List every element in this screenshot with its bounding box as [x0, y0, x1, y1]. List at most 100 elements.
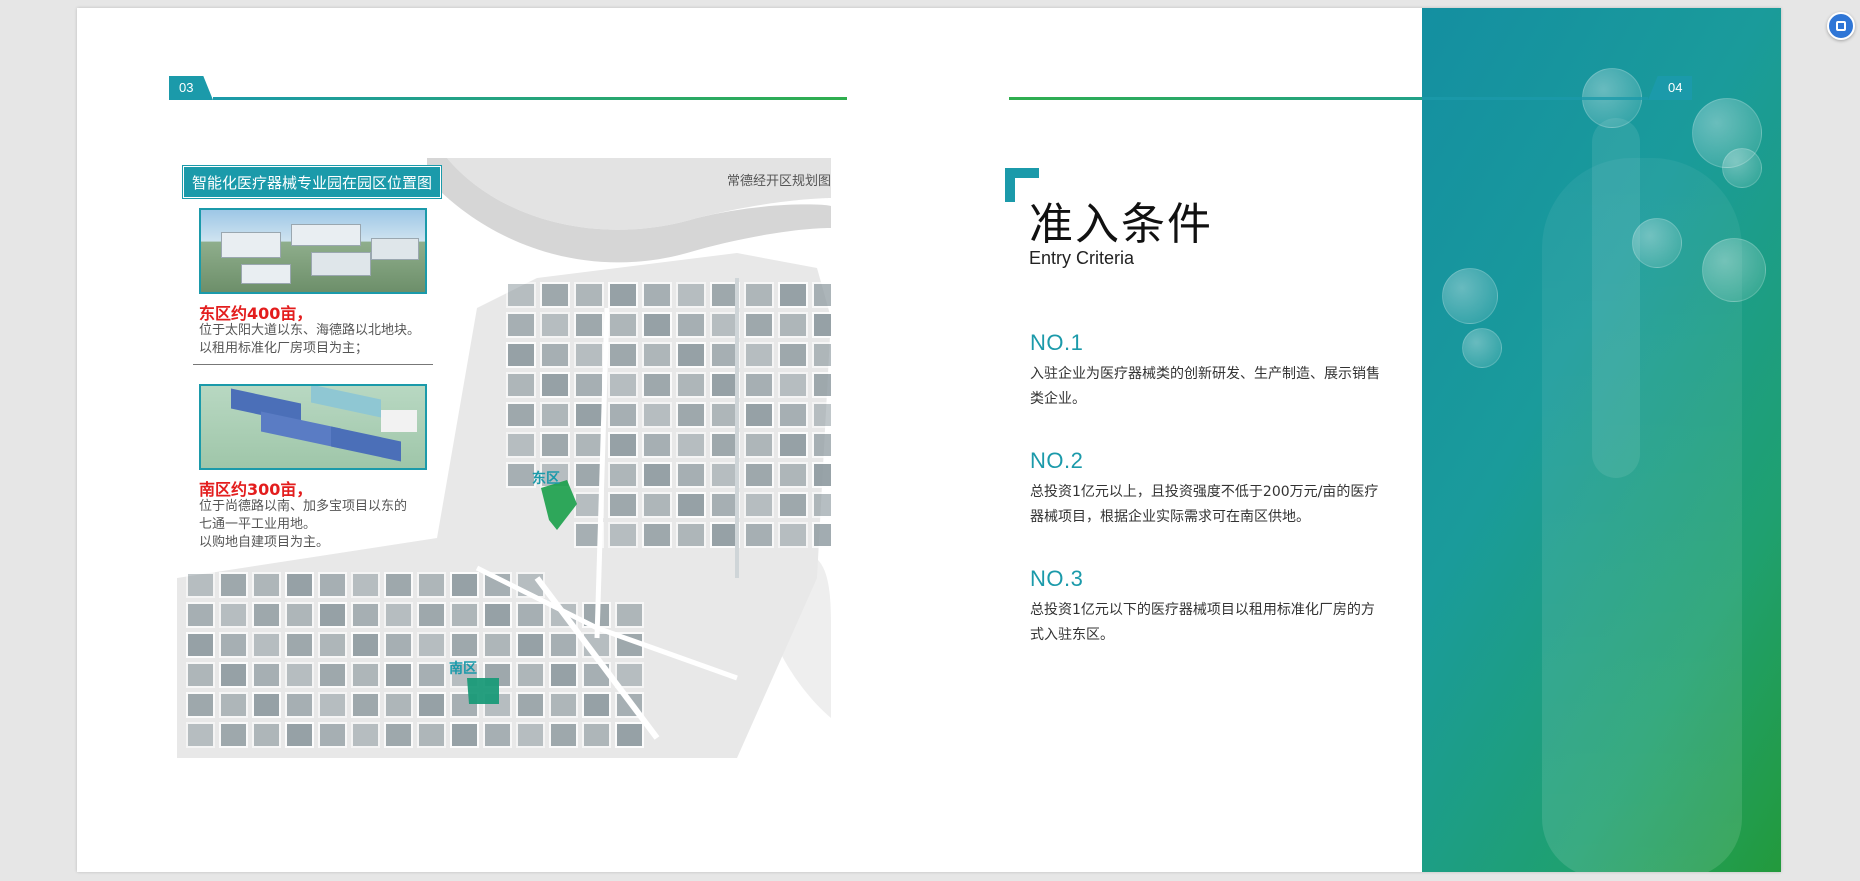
map-block — [318, 632, 347, 658]
molecule-bubble — [1632, 218, 1682, 268]
map-block — [252, 572, 281, 598]
map-block — [516, 722, 545, 748]
map-block — [252, 662, 281, 688]
map-block — [710, 312, 740, 338]
map-block — [285, 722, 314, 748]
map-block — [450, 602, 479, 628]
map-block — [812, 342, 831, 368]
criterion-2-text: 总投资1亿元以上，且投资强度不低于200万元/亩的医疗器械项目，根据企业实际需求… — [1030, 484, 1379, 525]
map-block — [812, 432, 831, 458]
map-block — [219, 602, 248, 628]
map-block — [450, 572, 479, 598]
map-block — [676, 402, 706, 428]
map-block — [417, 722, 446, 748]
map-block — [744, 492, 774, 518]
map-block — [608, 282, 638, 308]
entry-criteria-subtitle: Entry Criteria — [1029, 248, 1135, 268]
map-block — [483, 602, 512, 628]
map-block — [318, 722, 347, 748]
south-zone-line-1: 位于尚德路以南、加多宝项目以东的 — [199, 499, 408, 514]
map-block — [582, 692, 611, 718]
map-block — [642, 432, 672, 458]
map-block — [506, 342, 536, 368]
map-block — [540, 282, 570, 308]
map-block — [812, 372, 831, 398]
map-block — [252, 632, 281, 658]
map-block — [549, 722, 578, 748]
map-block — [812, 492, 831, 518]
map-block — [778, 402, 808, 428]
map-block — [608, 462, 638, 488]
map-block — [285, 692, 314, 718]
map-block — [318, 662, 347, 688]
map-block — [778, 372, 808, 398]
map-block — [186, 632, 215, 658]
map-block — [710, 492, 740, 518]
map-block — [450, 722, 479, 748]
map-block — [285, 662, 314, 688]
park-location-title: 智能化医疗器械专业园在园区位置图 — [183, 166, 442, 198]
map-block — [744, 312, 774, 338]
map-block — [744, 282, 774, 308]
map-block — [608, 492, 638, 518]
map-block — [417, 632, 446, 658]
map-block — [417, 572, 446, 598]
map-block — [744, 462, 774, 488]
map-block — [252, 722, 281, 748]
map-block — [384, 692, 413, 718]
map-block — [574, 432, 604, 458]
map-block — [516, 632, 545, 658]
map-block — [642, 492, 672, 518]
map-block — [186, 662, 215, 688]
map-block — [676, 492, 706, 518]
map-block — [540, 372, 570, 398]
map-block — [642, 282, 672, 308]
map-block — [778, 432, 808, 458]
translate-button[interactable] — [1827, 12, 1855, 40]
map-block — [642, 462, 672, 488]
map-block — [351, 572, 380, 598]
map-block — [186, 602, 215, 628]
map-block — [516, 692, 545, 718]
brochure-spread: 03 常德经开区规划图 智能化医疗器械专业园在园区位置图 东区约400亩， 位于… — [77, 8, 1781, 872]
map-block — [710, 372, 740, 398]
map-block — [582, 722, 611, 748]
map-block — [540, 342, 570, 368]
east-zone-photo — [199, 208, 427, 294]
criterion-1-number: NO.1 — [1030, 330, 1084, 355]
map-block — [351, 662, 380, 688]
south-zone-line-2: 七通一平工业用地。 — [199, 517, 317, 532]
map-block — [642, 372, 672, 398]
map-block — [608, 372, 638, 398]
map-block — [483, 722, 512, 748]
map-block — [744, 372, 774, 398]
map-block — [608, 402, 638, 428]
map-block — [506, 462, 536, 488]
map-block — [812, 522, 831, 548]
translate-icon — [1836, 21, 1846, 31]
map-block — [744, 522, 774, 548]
map-block — [778, 522, 808, 548]
map-block — [676, 342, 706, 368]
map-block — [778, 282, 808, 308]
map-block — [574, 462, 604, 488]
map-block — [285, 572, 314, 598]
map-block — [642, 312, 672, 338]
map-block — [186, 692, 215, 718]
map-block — [417, 602, 446, 628]
map-block — [285, 602, 314, 628]
south-zone-line-3: 以购地自建项目为主。 — [199, 535, 330, 550]
map-block — [384, 722, 413, 748]
map-block — [285, 632, 314, 658]
map-block — [318, 602, 347, 628]
map-block — [219, 572, 248, 598]
finger-graphic — [1592, 118, 1640, 478]
map-block — [744, 402, 774, 428]
map-block — [516, 602, 545, 628]
map-block — [549, 662, 578, 688]
map-block — [744, 342, 774, 368]
map-block — [351, 632, 380, 658]
map-block — [252, 692, 281, 718]
location-map: 常德经开区规划图 智能化医疗器械专业园在园区位置图 东区约400亩， 位于太阳大… — [177, 158, 831, 788]
map-block — [676, 282, 706, 308]
